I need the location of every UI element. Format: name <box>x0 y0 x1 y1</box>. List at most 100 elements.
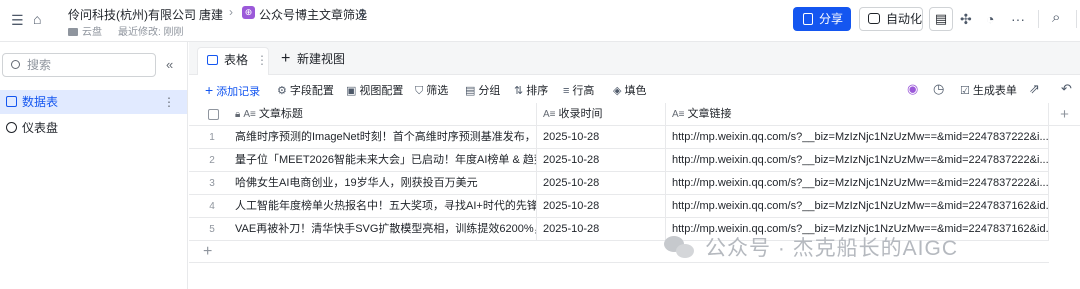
notes-button[interactable]: ▤ <box>929 7 953 31</box>
date-cell[interactable]: 2025-10-28 <box>537 172 666 195</box>
grid-view-icon <box>207 55 218 65</box>
toolbar: + 添加记录 ⚙ 字段配置 ▣ 视图配置 ⛉ 筛选 ▤ 分组 ⇅ 排序 ≡ 行高 ◈ 填色 ◉ … <box>189 75 1080 103</box>
tab-label: 表格 <box>224 53 249 67</box>
group-icon: ▤ <box>465 85 476 97</box>
notes-icon: ▤ <box>934 11 948 26</box>
breadcrumb-separator-icon: › <box>186 5 190 19</box>
location-label: 云盘 <box>82 27 102 38</box>
add-view-button[interactable]: + 新建视图 <box>281 47 345 75</box>
lock-icon: 🔒︎ <box>235 109 241 120</box>
url-cell[interactable]: http://mp.weixin.qq.com/s?__biz=MzIzNjc1… <box>666 149 1049 172</box>
view-tabs: 表格 ⋮ + 新建视图 <box>189 42 1080 75</box>
sort-icon: ⇅ <box>514 85 524 97</box>
table-row[interactable]: 1 高维时序预测的ImageNet时刻！首个高维时序预测基准发布，... 202… <box>189 126 1049 149</box>
url-cell[interactable]: http://mp.weixin.qq.com/s?__biz=MzIzNjc1… <box>666 195 1049 218</box>
date-cell[interactable]: 2025-10-28 <box>537 126 666 149</box>
row-number: 1 <box>209 132 215 143</box>
search-placeholder: 搜索 <box>27 58 52 72</box>
filter-button[interactable]: ⛉ 筛选 <box>415 82 448 98</box>
group-button[interactable]: ▤ 分组 <box>465 82 500 98</box>
row-height-icon: ≡ <box>563 85 570 97</box>
sidebar-item-label: 数据表 <box>22 95 59 109</box>
table-row[interactable]: 3 哈佛女生AI电商创业，19岁华人，刚获投百万美元 2025-10-28 ht… <box>189 172 1049 195</box>
date-cell[interactable]: 2025-10-28 <box>537 149 666 172</box>
divider <box>1076 10 1077 28</box>
filter-icon: ⛉ <box>415 85 424 97</box>
org-name[interactable]: 伶问科技(杭州)有限公司 <box>68 6 196 23</box>
url-cell[interactable]: http://mp.weixin.qq.com/s?__biz=MzIzNjc1… <box>666 172 1049 195</box>
home-icon[interactable]: ⌂ <box>33 12 41 26</box>
select-all-cell[interactable] <box>189 103 229 126</box>
column-header-url[interactable]: A≡ 文章链接 <box>666 103 1049 126</box>
title-cell[interactable]: VAE再被补刀！清华快手SVG扩散模型亮相，训练提效6200%，... <box>229 218 537 241</box>
wechat-logo-icon <box>664 236 696 260</box>
search-icon[interactable]: ⌕ <box>1052 10 1060 25</box>
more-options-icon[interactable]: ⋮ <box>163 90 175 114</box>
text-field-icon: A≡ <box>672 109 685 120</box>
generate-form-button[interactable]: ☑ 生成表单 <box>960 82 1017 98</box>
table-row[interactable]: 4 人工智能年度榜单火热报名中！五大奖项，寻找AI+时代的先锋... 2025-… <box>189 195 1049 218</box>
plus-icon: + <box>281 50 291 67</box>
title-cell[interactable]: 量子位「MEET2026智能未来大会」已启动！年度AI榜单 & 趋势... <box>229 149 537 172</box>
select-all-checkbox[interactable] <box>208 109 219 120</box>
add-record-button[interactable]: + 添加记录 <box>205 82 260 99</box>
plugin-icon[interactable]: ✣ <box>960 12 972 26</box>
history-icon[interactable]: ◷ <box>933 81 944 97</box>
title-cell[interactable]: 哈佛女生AI电商创业，19岁华人，刚获投百万美元 <box>229 172 537 195</box>
row-number: 5 <box>209 224 215 235</box>
table-header-row: 🔒︎ A≡ 文章标题 A≡ 收录时间 A≡ 文章链接 <box>189 103 1049 126</box>
date-cell[interactable]: 2025-10-28 <box>537 218 666 241</box>
sidebar: 搜索 « 数据表 ⋮ 仪表盘 <box>0 42 188 289</box>
breadcrumb-separator-icon: › <box>229 5 233 19</box>
collapse-sidebar-icon[interactable]: « <box>166 57 173 72</box>
view-config-button[interactable]: ▣ 视图配置 <box>346 82 403 98</box>
share-button[interactable]: 分享 <box>793 7 851 31</box>
bell-icon[interactable]: ◔ <box>986 12 994 26</box>
top-bar: ☰ ⌂ 伶问科技(杭州)有限公司 云盘 最近修改: 刚刚 › 唐建 › ⊕ 公众号… <box>0 0 1080 42</box>
view-config-icon: ▣ <box>346 85 357 97</box>
column-header-date[interactable]: A≡ 收录时间 <box>537 103 666 126</box>
watermark-text: 公众号 · 杰克船长的AIGC <box>705 237 959 260</box>
tab-options-icon[interactable]: ⋮ <box>256 48 268 72</box>
doc-title[interactable]: 公众号博主文章筛选 <box>259 6 367 23</box>
ai-assistant-icon[interactable]: ◉ <box>907 81 918 97</box>
table-icon <box>6 96 17 107</box>
sort-button[interactable]: ⇅ 排序 <box>514 82 548 98</box>
sidebar-item-label: 仪表盘 <box>22 121 59 135</box>
url-cell[interactable]: http://mp.weixin.qq.com/s?__biz=MzIzNjc1… <box>666 126 1049 149</box>
row-number: 3 <box>209 178 215 189</box>
doc-meta: 云盘 最近修改: 刚刚 <box>68 23 184 38</box>
row-height-button[interactable]: ≡ 行高 <box>563 82 594 98</box>
add-column-button[interactable]: + <box>1049 103 1080 126</box>
search-icon <box>11 60 20 69</box>
breadcrumb-parent[interactable]: 唐建 <box>199 6 223 23</box>
automation-button[interactable]: 自动化 <box>859 7 923 31</box>
sidebar-item-dashboard[interactable]: 仪表盘 <box>0 116 187 140</box>
search-input[interactable]: 搜索 <box>2 53 156 77</box>
undo-icon[interactable]: ↶ <box>1061 81 1072 97</box>
paint-bucket-icon: ◈ <box>613 85 622 97</box>
sidebar-toggle-icon[interactable]: ☰ <box>11 13 24 27</box>
gear-icon: ⚙ <box>277 85 287 97</box>
share-icon <box>803 13 813 25</box>
row-number: 4 <box>209 201 215 212</box>
wechat-bubble <box>676 244 694 258</box>
date-cell[interactable]: 2025-10-28 <box>537 195 666 218</box>
more-icon[interactable]: ··· <box>1011 12 1025 26</box>
title-cell[interactable]: 人工智能年度榜单火热报名中！五大奖项，寻找AI+时代的先锋... <box>229 195 537 218</box>
fill-color-button[interactable]: ◈ 填色 <box>613 82 646 98</box>
robot-icon <box>868 13 880 24</box>
title-cell[interactable]: 高维时序预测的ImageNet时刻！首个高维时序预测基准发布，... <box>229 126 537 149</box>
sidebar-item-datatable[interactable]: 数据表 ⋮ <box>0 90 187 114</box>
form-icon: ☑ <box>960 85 970 97</box>
dashboard-icon <box>6 122 17 133</box>
tab-grid-view[interactable]: 表格 ⋮ <box>197 47 269 75</box>
share-view-icon[interactable]: ⇗ <box>1029 81 1040 97</box>
bitable-doc-icon: ⊕ <box>242 6 255 19</box>
row-number: 2 <box>209 155 215 166</box>
column-header-title[interactable]: 🔒︎ A≡ 文章标题 <box>229 103 537 126</box>
text-field-icon: A≡ <box>243 109 256 120</box>
pin-icon[interactable]: ⚲ <box>358 7 367 21</box>
field-config-button[interactable]: ⚙ 字段配置 <box>277 82 334 98</box>
table-row[interactable]: 2 量子位「MEET2026智能未来大会」已启动！年度AI榜单 & 趋势... … <box>189 149 1049 172</box>
